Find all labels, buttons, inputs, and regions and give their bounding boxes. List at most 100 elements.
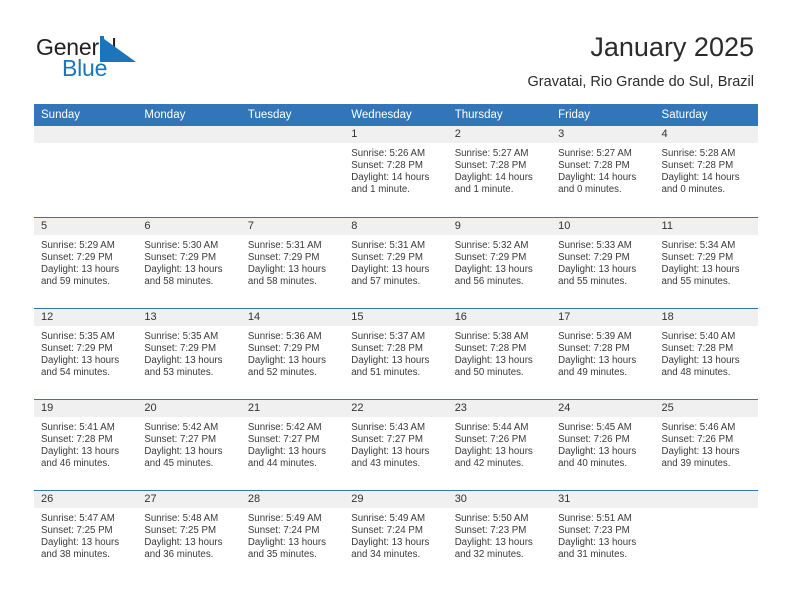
calendar-cell[interactable]: 2 Sunrise: 5:27 AM Sunset: 7:28 PM Daylight… bbox=[447, 126, 552, 217]
sun-info-line: Sunrise: 5:36 AM bbox=[247, 330, 322, 342]
sun-info-line: Sunset: 7:24 PM bbox=[351, 524, 423, 536]
sun-info: Sunrise: 5:31 AM Sunset: 7:29 PM Daylight:… bbox=[241, 235, 344, 288]
calendar-cell[interactable]: 3 Sunrise: 5:27 AM Sunset: 7:28 PM Daylight… bbox=[551, 126, 655, 217]
calendar-cell[interactable]: 27 Sunrise: 5:48 AM Sunset: 7:25 PM Dayligh… bbox=[137, 489, 241, 581]
sun-info: Sunrise: 5:49 AM Sunset: 7:24 PM Daylight:… bbox=[344, 508, 447, 561]
page-header: General Blue January 2025 Gravatai, Rio … bbox=[0, 0, 792, 100]
sun-info-line: Daylight: 13 hours bbox=[144, 263, 223, 275]
sun-info-line: Sunset: 7:29 PM bbox=[351, 251, 423, 263]
sun-info-line: Sunrise: 5:48 AM bbox=[144, 512, 219, 524]
day-cell: 12 Sunrise: 5:35 AM Sunset: 7:29 PM Dayligh… bbox=[34, 308, 138, 399]
calendar-table: Sunday Monday Tuesday Wednesday Thursday Frid… bbox=[34, 104, 758, 581]
logo-text-blue: Blue bbox=[62, 55, 108, 81]
calendar-cell[interactable]: 30 Sunrise: 5:50 AM Sunset: 7:23 PM Dayligh… bbox=[447, 489, 552, 581]
calendar-cell[interactable]: 23 Sunrise: 5:44 AM Sunset: 7:26 PM Dayligh… bbox=[447, 398, 552, 490]
calendar-cell[interactable]: 18 Sunrise: 5:40 AM Sunset: 7:28 PM Dayligh… bbox=[654, 307, 758, 399]
day-number: 10 bbox=[551, 217, 655, 235]
day-number: 20 bbox=[137, 399, 241, 417]
weekday-header-sunday: Sunday bbox=[34, 104, 138, 126]
sun-info-line: Daylight: 14 hours bbox=[454, 172, 533, 184]
sun-info-line: Daylight: 13 hours bbox=[247, 445, 326, 457]
day-number: 7 bbox=[240, 217, 345, 235]
sun-info-line: Sunset: 7:28 PM bbox=[454, 342, 527, 354]
sun-info-line: Sunrise: 5:49 AM bbox=[351, 512, 426, 524]
sun-info-line: Daylight: 13 hours bbox=[247, 536, 326, 548]
sun-info-line: and 51 minutes. bbox=[351, 366, 421, 378]
sun-info: Sunrise: 5:26 AM Sunset: 7:28 PM Daylight:… bbox=[344, 143, 447, 196]
calendar-cell[interactable]: 22 Sunrise: 5:43 AM Sunset: 7:27 PM Dayligh… bbox=[344, 398, 448, 490]
day-number: 23 bbox=[447, 399, 552, 417]
sun-info-line: Daylight: 13 hours bbox=[454, 263, 533, 275]
empty-day-cell bbox=[240, 126, 345, 216]
calendar-cell[interactable]: 21 Sunrise: 5:42 AM Sunset: 7:27 PM Dayligh… bbox=[240, 398, 345, 490]
calendar-cell[interactable]: 9 Sunrise: 5:32 AM Sunset: 7:29 PM Daylight… bbox=[447, 216, 552, 308]
calendar-cell[interactable]: 17 Sunrise: 5:39 AM Sunset: 7:28 PM Dayligh… bbox=[551, 307, 655, 399]
calendar-cell[interactable]: 28 Sunrise: 5:49 AM Sunset: 7:24 PM Dayligh… bbox=[240, 489, 345, 581]
empty-day-cell bbox=[137, 126, 241, 216]
day-cell: 6 Sunrise: 5:30 AM Sunset: 7:29 PM Daylight… bbox=[137, 217, 241, 308]
day-number: 5 bbox=[34, 217, 138, 235]
sun-info-line: Sunrise: 5:46 AM bbox=[661, 421, 736, 433]
calendar-cell[interactable]: 13 Sunrise: 5:35 AM Sunset: 7:29 PM Dayligh… bbox=[137, 307, 241, 399]
sun-info-line: Sunset: 7:29 PM bbox=[144, 342, 217, 354]
calendar-cell[interactable]: 20 Sunrise: 5:42 AM Sunset: 7:27 PM Dayligh… bbox=[137, 398, 241, 490]
calendar-cell[interactable]: 19 Sunrise: 5:41 AM Sunset: 7:28 PM Dayligh… bbox=[34, 398, 138, 490]
sun-info-line: Sunrise: 5:35 AM bbox=[144, 330, 219, 342]
sun-info: Sunrise: 5:37 AM Sunset: 7:28 PM Daylight:… bbox=[344, 326, 447, 379]
day-number: 17 bbox=[551, 308, 655, 326]
day-cell: 31 Sunrise: 5:51 AM Sunset: 7:23 PM Dayligh… bbox=[551, 490, 655, 581]
page-title: January 2025 bbox=[590, 32, 754, 62]
calendar-cell[interactable]: 16 Sunrise: 5:38 AM Sunset: 7:28 PM Dayligh… bbox=[447, 307, 552, 399]
calendar-cell[interactable]: 26 Sunrise: 5:47 AM Sunset: 7:25 PM Dayligh… bbox=[34, 489, 138, 581]
calendar-cell[interactable]: 11 Sunrise: 5:34 AM Sunset: 7:29 PM Dayligh… bbox=[654, 216, 758, 308]
calendar-cell[interactable]: 12 Sunrise: 5:35 AM Sunset: 7:29 PM Dayligh… bbox=[34, 307, 138, 399]
calendar-cell[interactable]: 4 Sunrise: 5:28 AM Sunset: 7:28 PM Daylight… bbox=[654, 126, 758, 217]
sun-info-line: Sunrise: 5:31 AM bbox=[351, 239, 426, 251]
calendar-cell[interactable]: 1 Sunrise: 5:26 AM Sunset: 7:28 PM Daylight… bbox=[344, 126, 448, 217]
sun-info-line: Daylight: 13 hours bbox=[558, 536, 637, 548]
brand-logo[interactable]: General Blue bbox=[36, 34, 226, 86]
sun-info-line: Daylight: 14 hours bbox=[351, 172, 430, 184]
day-cell: 30 Sunrise: 5:50 AM Sunset: 7:23 PM Dayligh… bbox=[447, 490, 552, 581]
day-number: 22 bbox=[344, 399, 448, 417]
calendar-grid: Sunday Monday Tuesday Wednesday Thursday Frid… bbox=[34, 104, 758, 581]
sun-info-line: Sunrise: 5:38 AM bbox=[454, 330, 529, 342]
day-number: 21 bbox=[240, 399, 345, 417]
day-number: 9 bbox=[447, 217, 552, 235]
sun-info-line: Sunrise: 5:50 AM bbox=[454, 512, 529, 524]
calendar-cell[interactable]: 6 Sunrise: 5:30 AM Sunset: 7:29 PM Daylight… bbox=[137, 216, 241, 308]
calendar-cell[interactable]: 29 Sunrise: 5:49 AM Sunset: 7:24 PM Dayligh… bbox=[344, 489, 448, 581]
sun-info-line: Sunrise: 5:42 AM bbox=[247, 421, 322, 433]
day-number: 12 bbox=[34, 308, 138, 326]
sun-info-line: Sunrise: 5:51 AM bbox=[558, 512, 632, 524]
day-cell: 23 Sunrise: 5:44 AM Sunset: 7:26 PM Dayligh… bbox=[447, 399, 552, 490]
calendar-cell[interactable]: 8 Sunrise: 5:31 AM Sunset: 7:29 PM Daylight… bbox=[344, 216, 448, 308]
sun-info-line: Sunset: 7:26 PM bbox=[558, 433, 630, 445]
calendar-cell[interactable]: 5 Sunrise: 5:29 AM Sunset: 7:29 PM Daylight… bbox=[34, 216, 138, 308]
day-cell: 25 Sunrise: 5:46 AM Sunset: 7:26 PM Dayligh… bbox=[654, 399, 758, 490]
sun-info-line: Sunrise: 5:30 AM bbox=[144, 239, 219, 251]
day-cell: 8 Sunrise: 5:31 AM Sunset: 7:29 PM Daylight… bbox=[344, 217, 448, 308]
sun-info: Sunrise: 5:42 AM Sunset: 7:27 PM Daylight:… bbox=[241, 417, 344, 470]
sun-info-line: Sunset: 7:29 PM bbox=[454, 251, 527, 263]
sun-info-line: Sunset: 7:23 PM bbox=[454, 524, 527, 536]
calendar-cell[interactable]: 24 Sunrise: 5:45 AM Sunset: 7:26 PM Dayligh… bbox=[551, 398, 655, 490]
sun-info-line: and 55 minutes. bbox=[558, 275, 628, 287]
sun-info-line: and 0 minutes. bbox=[661, 184, 726, 196]
sun-info: Sunrise: 5:35 AM Sunset: 7:29 PM Daylight:… bbox=[34, 326, 137, 379]
day-cell: 27 Sunrise: 5:48 AM Sunset: 7:25 PM Dayligh… bbox=[137, 490, 241, 581]
sun-info: Sunrise: 5:36 AM Sunset: 7:29 PM Daylight:… bbox=[241, 326, 344, 379]
sun-info-line: and 58 minutes. bbox=[144, 275, 214, 287]
calendar-cell[interactable]: 10 Sunrise: 5:33 AM Sunset: 7:29 PM Dayligh… bbox=[551, 216, 655, 308]
calendar-cell[interactable]: 7 Sunrise: 5:31 AM Sunset: 7:29 PM Daylight… bbox=[240, 216, 345, 308]
weekday-header-thursday: Thursday bbox=[447, 104, 552, 126]
sun-info: Sunrise: 5:33 AM Sunset: 7:29 PM Daylight:… bbox=[551, 235, 654, 288]
calendar-cell[interactable]: 25 Sunrise: 5:46 AM Sunset: 7:26 PM Dayligh… bbox=[654, 398, 758, 490]
day-cell: 20 Sunrise: 5:42 AM Sunset: 7:27 PM Dayligh… bbox=[137, 399, 241, 490]
calendar-cell[interactable]: 15 Sunrise: 5:37 AM Sunset: 7:28 PM Dayligh… bbox=[344, 307, 448, 399]
sun-info-line: Sunset: 7:29 PM bbox=[661, 251, 734, 263]
day-cell: 14 Sunrise: 5:36 AM Sunset: 7:29 PM Dayligh… bbox=[240, 308, 345, 399]
calendar-cell[interactable]: 14 Sunrise: 5:36 AM Sunset: 7:29 PM Dayligh… bbox=[240, 307, 345, 399]
sun-info-line: and 1 minute. bbox=[351, 184, 410, 196]
calendar-cell[interactable]: 31 Sunrise: 5:51 AM Sunset: 7:23 PM Dayligh… bbox=[551, 489, 655, 581]
